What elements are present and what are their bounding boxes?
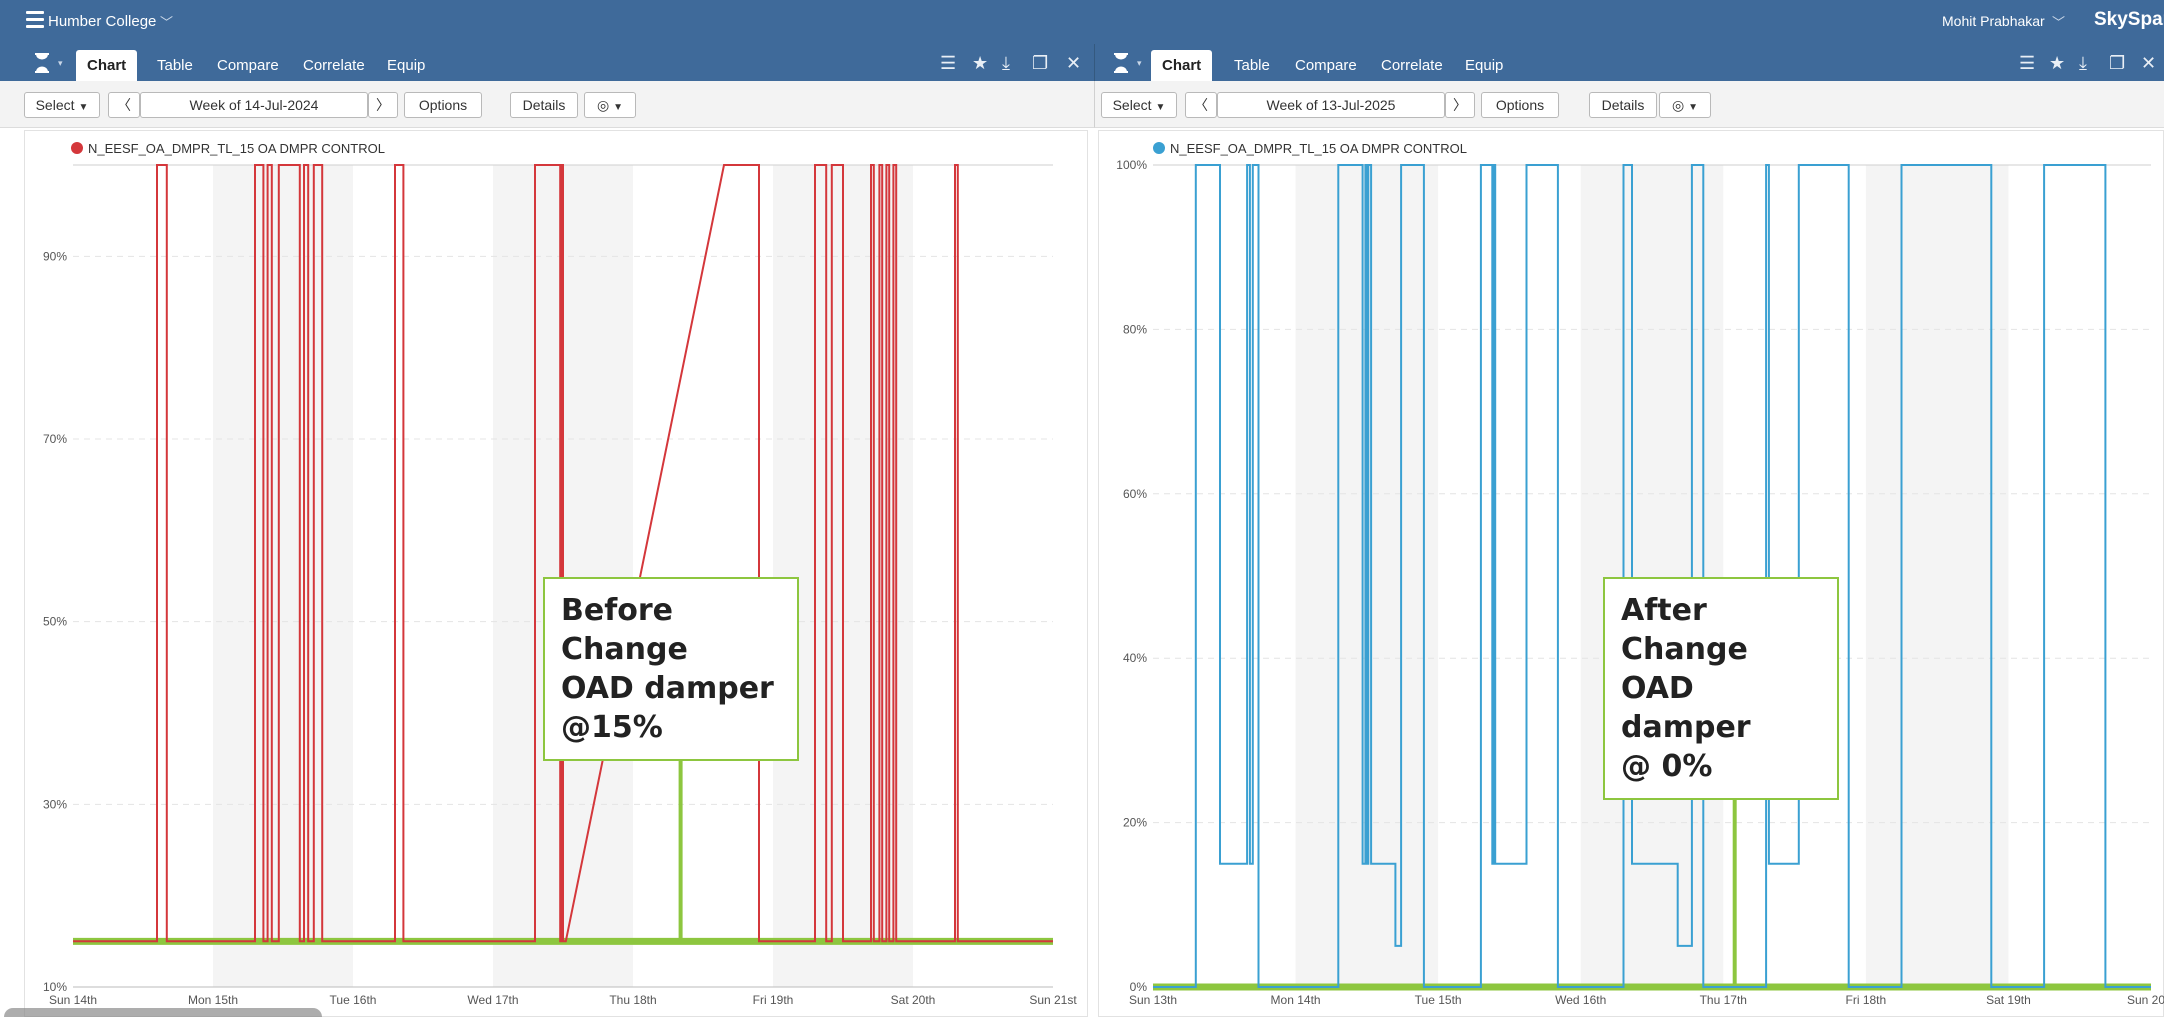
copy-icon[interactable]: ❐: [1032, 53, 1048, 73]
x-tick-label: Tue 15th: [1415, 993, 1462, 1007]
tab-chart[interactable]: Chart: [1151, 50, 1213, 81]
annotation-before: Before Change OAD damper @15%: [543, 577, 799, 761]
app-title[interactable]: Humber College: [48, 13, 156, 30]
view-mode-button[interactable]: ◎ ▼: [1659, 92, 1711, 118]
line-chart-left[interactable]: 10% 30% 50% 70% 90% Sun 14th Mon 15th Tue 16th W…: [25, 131, 1089, 1017]
caret-icon[interactable]: ▾: [1137, 58, 1142, 69]
tab-bar-right: ▾ Chart Table Compare Correlate Equip ☰ …: [1094, 44, 2164, 81]
download-icon[interactable]: ⤓: [2079, 53, 2087, 73]
x-tick-label: Wed 16th: [1555, 993, 1606, 1007]
prev-week-button[interactable]: 〈: [108, 92, 140, 118]
x-tick-label: Fri 19th: [753, 993, 794, 1007]
app-window: { "topbar": { "app_title": "Humber Colle…: [0, 0, 2164, 1017]
tab-correlate[interactable]: Correlate: [292, 50, 376, 81]
chart-panel-left: N_EESF_OA_DMPR_TL_15 OA DMPR CONTROL 10%…: [24, 130, 1088, 1017]
menu-icon[interactable]: [26, 11, 44, 29]
week-picker[interactable]: Week of 13-Jul-2025: [1217, 92, 1445, 118]
details-button[interactable]: Details: [1589, 92, 1657, 118]
x-tick-label: Thu 17th: [1700, 993, 1747, 1007]
annotation-after: After Change OAD damper @ 0%: [1603, 577, 1839, 800]
select-button[interactable]: Select ▼: [1101, 92, 1177, 118]
next-week-button[interactable]: 〉: [368, 92, 398, 118]
toolbar-left: Select ▼ 〈 Week of 14-Jul-2024 〉 Options …: [0, 81, 1094, 128]
y-tick-label: 0%: [1130, 980, 1148, 994]
y-tick-label: 10%: [43, 980, 67, 994]
hourglass-icon[interactable]: [1113, 53, 1129, 73]
x-tick-label: Sun 21st: [1029, 993, 1077, 1007]
tab-table[interactable]: Table: [146, 50, 204, 81]
copy-icon[interactable]: ❐: [2109, 53, 2125, 73]
app-header: Humber College ﹀ Mohit Prabhakar ﹀ SkySp…: [0, 0, 2164, 44]
y-tick-label: 60%: [1123, 487, 1147, 501]
prev-week-button[interactable]: 〈: [1185, 92, 1217, 118]
chevron-down-icon[interactable]: ﹀: [2052, 12, 2065, 31]
star-icon[interactable]: ★: [972, 53, 988, 73]
y-tick-label: 50%: [43, 615, 67, 629]
download-icon[interactable]: ⤓: [1002, 53, 1010, 73]
list-icon[interactable]: ☰: [940, 53, 956, 73]
x-tick-label: Mon 14th: [1271, 993, 1321, 1007]
star-icon[interactable]: ★: [2049, 53, 2065, 73]
shade-band: [213, 165, 353, 987]
week-picker[interactable]: Week of 14-Jul-2024: [140, 92, 368, 118]
toolbar-right: Select ▼ 〈 Week of 13-Jul-2025 〉 Options …: [1094, 81, 2164, 128]
tab-equip[interactable]: Equip: [376, 50, 436, 81]
chevron-down-icon[interactable]: ﹀: [160, 12, 173, 31]
y-tick-label: 80%: [1123, 322, 1147, 336]
tab-compare[interactable]: Compare: [1284, 50, 1368, 81]
x-tick-label: Sat 20th: [891, 993, 936, 1007]
x-tick-label: Thu 18th: [609, 993, 656, 1007]
y-tick-label: 20%: [1123, 816, 1147, 830]
tab-correlate[interactable]: Correlate: [1370, 50, 1454, 81]
close-icon[interactable]: ✕: [2141, 53, 2156, 73]
tab-equip[interactable]: Equip: [1454, 50, 1514, 81]
x-tick-label: Tue 16th: [330, 993, 377, 1007]
x-tick-label: Sun 20th: [2127, 993, 2164, 1007]
shade-band: [1865, 165, 2009, 987]
x-tick-label: Wed 17th: [467, 993, 518, 1007]
details-button[interactable]: Details: [510, 92, 578, 118]
y-tick-label: 90%: [43, 249, 67, 263]
x-tick-label: Mon 15th: [188, 993, 238, 1007]
scrollbar[interactable]: [4, 1008, 322, 1017]
tab-bar-left: ▾ Chart Table Compare Correlate Equip ☰ …: [0, 44, 1094, 81]
y-tick-label: 100%: [1116, 158, 1147, 172]
hourglass-icon[interactable]: [34, 53, 50, 73]
x-tick-label: Fri 18th: [1846, 993, 1887, 1007]
y-tick-label: 30%: [43, 797, 67, 811]
y-tick-label: 70%: [43, 432, 67, 446]
caret-icon[interactable]: ▾: [58, 58, 63, 69]
options-button[interactable]: Options: [1481, 92, 1559, 118]
line-chart-right[interactable]: 0% 20% 40% 60% 80% 100% Sun 13th Mon 14th Tue 15…: [1099, 131, 2164, 1017]
tab-table[interactable]: Table: [1223, 50, 1281, 81]
options-button[interactable]: Options: [404, 92, 482, 118]
brand-logo: SkySpark: [2094, 9, 2164, 30]
view-mode-button[interactable]: ◎ ▼: [584, 92, 636, 118]
chart-panel-right: N_EESF_OA_DMPR_TL_15 OA DMPR CONTROL 0% 2…: [1098, 130, 2164, 1017]
x-tick-label: Sat 19th: [1986, 993, 2031, 1007]
y-tick-label: 40%: [1123, 651, 1147, 665]
x-tick-label: Sun 13th: [1129, 993, 1177, 1007]
x-tick-label: Sun 14th: [49, 993, 97, 1007]
close-icon[interactable]: ✕: [1066, 53, 1081, 73]
select-button[interactable]: Select ▼: [24, 92, 100, 118]
list-icon[interactable]: ☰: [2019, 53, 2035, 73]
user-menu[interactable]: Mohit Prabhakar: [1942, 13, 2045, 29]
next-week-button[interactable]: 〉: [1445, 92, 1475, 118]
tab-chart[interactable]: Chart: [76, 50, 138, 81]
tab-compare[interactable]: Compare: [206, 50, 290, 81]
